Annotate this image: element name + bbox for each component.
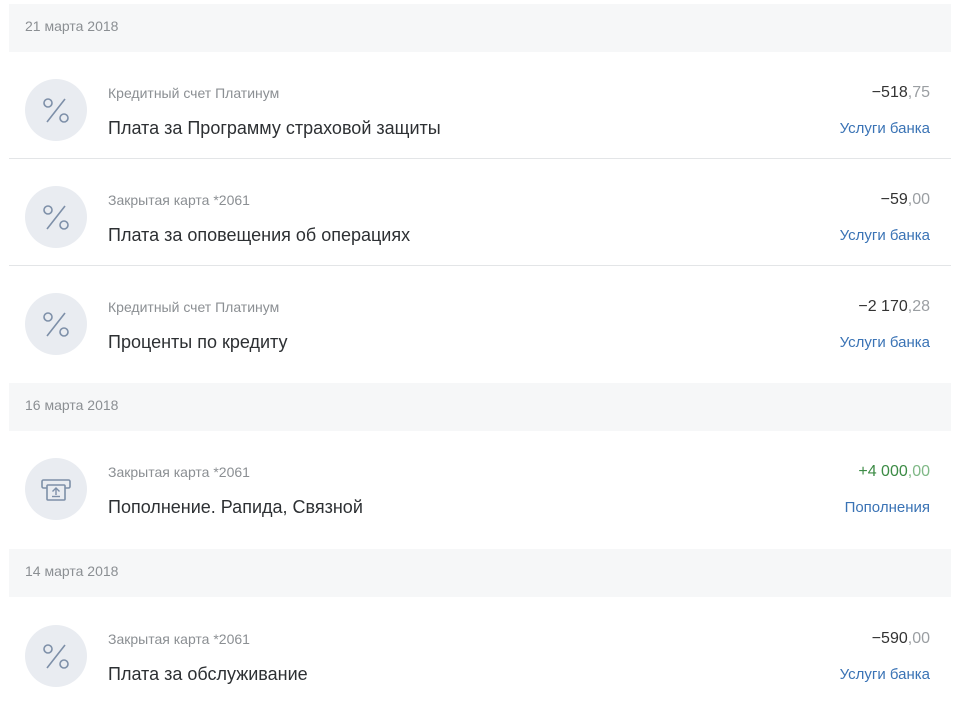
percent-icon [25, 186, 87, 248]
category-link[interactable]: Пополнения [845, 499, 930, 516]
percent-icon [25, 625, 87, 687]
transaction-title: Плата за обслуживание [108, 664, 308, 684]
transaction-amount: −590,00 [871, 630, 930, 647]
transaction-row[interactable]: Закрытая карта *2061 Плата за обслуживан… [9, 598, 951, 704]
category-link[interactable]: Услуги банка [840, 666, 930, 683]
transaction-title: Плата за Программу страховой защиты [108, 118, 441, 138]
account-name: Закрытая карта *2061 [108, 464, 250, 480]
transaction-title: Плата за оповещения об операциях [108, 225, 411, 245]
percent-icon [25, 293, 87, 355]
transaction-row[interactable]: Закрытая карта *2061 Плата за оповещения… [9, 159, 951, 266]
date-label: 16 марта 2018 [25, 397, 119, 413]
transaction-amount: +4 000,00 [858, 463, 930, 480]
date-header: 16 марта 2018 [9, 383, 951, 431]
category-link[interactable]: Услуги банка [840, 120, 930, 137]
date-header: 21 марта 2018 [9, 4, 951, 52]
percent-icon [25, 79, 87, 141]
date-label: 21 марта 2018 [25, 18, 119, 34]
transaction-row[interactable]: Кредитный счет Платинум Проценты по кред… [9, 266, 951, 372]
transaction-row[interactable]: Закрытая карта *2061 Пополнение. Рапида,… [9, 431, 951, 537]
transaction-amount: −518,75 [871, 84, 930, 101]
transaction-amount: −2 170,28 [858, 298, 930, 315]
transaction-row[interactable]: Кредитный счет Платинум Плата за Програм… [9, 52, 951, 159]
date-header: 14 марта 2018 [9, 549, 951, 597]
transaction-title: Проценты по кредиту [108, 332, 288, 352]
account-name: Закрытая карта *2061 [108, 631, 250, 647]
category-link[interactable]: Услуги банка [840, 227, 930, 244]
account-name: Закрытая карта *2061 [108, 192, 250, 208]
transaction-amount: −59,00 [880, 191, 930, 208]
account-name: Кредитный счет Платинум [108, 299, 280, 315]
account-name: Кредитный счет Платинум [108, 85, 280, 101]
transaction-title: Пополнение. Рапида, Связной [108, 497, 363, 517]
date-label: 14 марта 2018 [25, 563, 119, 579]
atm-deposit-icon [25, 458, 87, 520]
category-link[interactable]: Услуги банка [840, 334, 930, 351]
